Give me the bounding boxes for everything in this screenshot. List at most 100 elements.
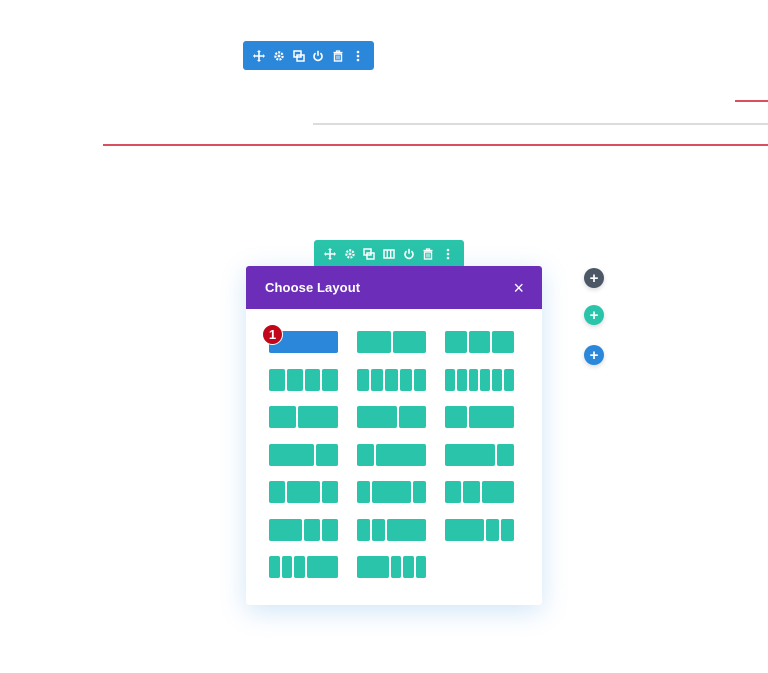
layout-column-block bbox=[456, 369, 467, 391]
layout-column-block bbox=[403, 556, 414, 578]
layout-column-block bbox=[269, 406, 296, 428]
trash-icon[interactable] bbox=[331, 49, 345, 63]
close-icon[interactable]: × bbox=[513, 279, 524, 297]
layout-column-block bbox=[392, 331, 426, 353]
add-module-button[interactable]: + bbox=[584, 268, 604, 288]
layout-option-1-5-3-5-1-5[interactable] bbox=[357, 481, 426, 503]
columns-icon[interactable] bbox=[382, 247, 396, 261]
layout-column-block bbox=[269, 481, 286, 503]
layout-column-block bbox=[463, 481, 480, 503]
layout-column-block bbox=[445, 444, 496, 466]
layout-column-block bbox=[294, 556, 305, 578]
layout-option-2-columns-equal[interactable] bbox=[357, 331, 426, 353]
divider-line-red bbox=[103, 144, 768, 146]
layout-column-block bbox=[501, 519, 514, 541]
modal-header: Choose Layout × bbox=[246, 266, 542, 309]
layout-option-5-columns-equal[interactable] bbox=[357, 369, 426, 391]
add-row-button[interactable]: + bbox=[584, 305, 604, 325]
layout-column-block bbox=[504, 369, 514, 391]
layout-column-block bbox=[287, 481, 320, 503]
layout-column-block bbox=[469, 406, 514, 428]
layout-option-3-5-1-5-1-5[interactable] bbox=[445, 519, 514, 541]
layout-column-block bbox=[281, 556, 292, 578]
layout-column-block bbox=[269, 519, 302, 541]
layout-column-block bbox=[357, 519, 370, 541]
layout-column-block bbox=[387, 519, 426, 541]
layout-option-1-6-1-6-1-6-1-2[interactable] bbox=[269, 556, 338, 578]
layout-column-block bbox=[492, 331, 514, 353]
layout-column-block bbox=[415, 556, 426, 578]
layout-column-block bbox=[481, 481, 514, 503]
section-toolbar bbox=[243, 41, 374, 70]
layout-column-block bbox=[357, 444, 374, 466]
layout-column-block bbox=[413, 481, 426, 503]
layout-option-3-5-2-5[interactable] bbox=[357, 406, 426, 428]
layout-option-3-4-1-4[interactable] bbox=[445, 444, 514, 466]
layout-column-block bbox=[269, 444, 314, 466]
layout-option-1-2-1-6-1-6-1-6[interactable] bbox=[357, 556, 426, 578]
layout-column-block bbox=[413, 369, 426, 391]
layout-column-block bbox=[357, 331, 391, 353]
layout-column-block bbox=[315, 444, 338, 466]
layout-column-block bbox=[306, 556, 338, 578]
layout-option-1-2-1-4-1-4[interactable] bbox=[269, 519, 338, 541]
layout-column-block bbox=[445, 519, 484, 541]
layout-option-4-columns-equal[interactable] bbox=[269, 369, 338, 391]
more-icon[interactable] bbox=[351, 49, 365, 63]
move-icon[interactable] bbox=[252, 49, 266, 63]
layout-column-block bbox=[385, 369, 398, 391]
layout-column-block bbox=[445, 331, 467, 353]
power-icon[interactable] bbox=[311, 49, 325, 63]
layout-column-block bbox=[357, 406, 398, 428]
divider-line-red-short bbox=[735, 100, 768, 102]
more-icon[interactable] bbox=[441, 247, 455, 261]
layout-option-1-4-1-2-1-4[interactable] bbox=[269, 481, 338, 503]
layout-column-block bbox=[497, 444, 514, 466]
layout-column-block bbox=[269, 556, 280, 578]
layout-column-block bbox=[286, 369, 303, 391]
layout-option-2-5-3-5[interactable] bbox=[269, 406, 338, 428]
layout-column-block bbox=[486, 519, 499, 541]
power-icon[interactable] bbox=[402, 247, 416, 261]
layout-column-block bbox=[297, 406, 338, 428]
move-icon[interactable] bbox=[323, 247, 337, 261]
layout-option-1-4-1-4-1-2[interactable] bbox=[445, 481, 514, 503]
layout-option-1-3-2-3[interactable] bbox=[445, 406, 514, 428]
layout-column-block bbox=[371, 369, 384, 391]
layout-column-block bbox=[357, 481, 370, 503]
layout-option-1-5-1-5-3-5[interactable] bbox=[357, 519, 426, 541]
layout-column-block bbox=[303, 519, 320, 541]
layout-column-block bbox=[480, 369, 491, 391]
layout-column-block bbox=[322, 369, 338, 391]
layout-column-block bbox=[357, 369, 370, 391]
trash-icon[interactable] bbox=[421, 247, 435, 261]
layout-column-block bbox=[269, 369, 285, 391]
add-section-button[interactable]: + bbox=[584, 345, 604, 365]
gear-icon[interactable] bbox=[272, 49, 286, 63]
choose-layout-modal: Choose Layout × bbox=[246, 266, 542, 605]
layout-column-block bbox=[304, 369, 321, 391]
layout-option-2-3-1-3[interactable] bbox=[269, 444, 338, 466]
layout-column-block bbox=[445, 369, 455, 391]
layout-column-block bbox=[321, 519, 338, 541]
gear-icon[interactable] bbox=[343, 247, 357, 261]
layout-column-block bbox=[399, 406, 426, 428]
layout-option-6-columns-equal[interactable] bbox=[445, 369, 514, 391]
layout-column-block bbox=[321, 481, 338, 503]
step-number-badge: 1 bbox=[262, 324, 283, 345]
layout-column-block bbox=[492, 369, 503, 391]
layout-column-block bbox=[357, 556, 389, 578]
layout-column-block bbox=[468, 369, 479, 391]
modal-title: Choose Layout bbox=[265, 280, 361, 295]
layout-column-block bbox=[375, 444, 426, 466]
duplicate-icon[interactable] bbox=[362, 247, 376, 261]
layout-column-block bbox=[372, 519, 385, 541]
divider-line-gray bbox=[313, 123, 768, 125]
layout-option-3-columns-equal[interactable] bbox=[445, 331, 514, 353]
layout-column-block bbox=[390, 556, 401, 578]
layout-option-1-4-3-4[interactable] bbox=[357, 444, 426, 466]
layout-column-block bbox=[468, 331, 491, 353]
duplicate-icon[interactable] bbox=[292, 49, 306, 63]
layout-column-block bbox=[399, 369, 412, 391]
layout-column-block bbox=[445, 481, 462, 503]
